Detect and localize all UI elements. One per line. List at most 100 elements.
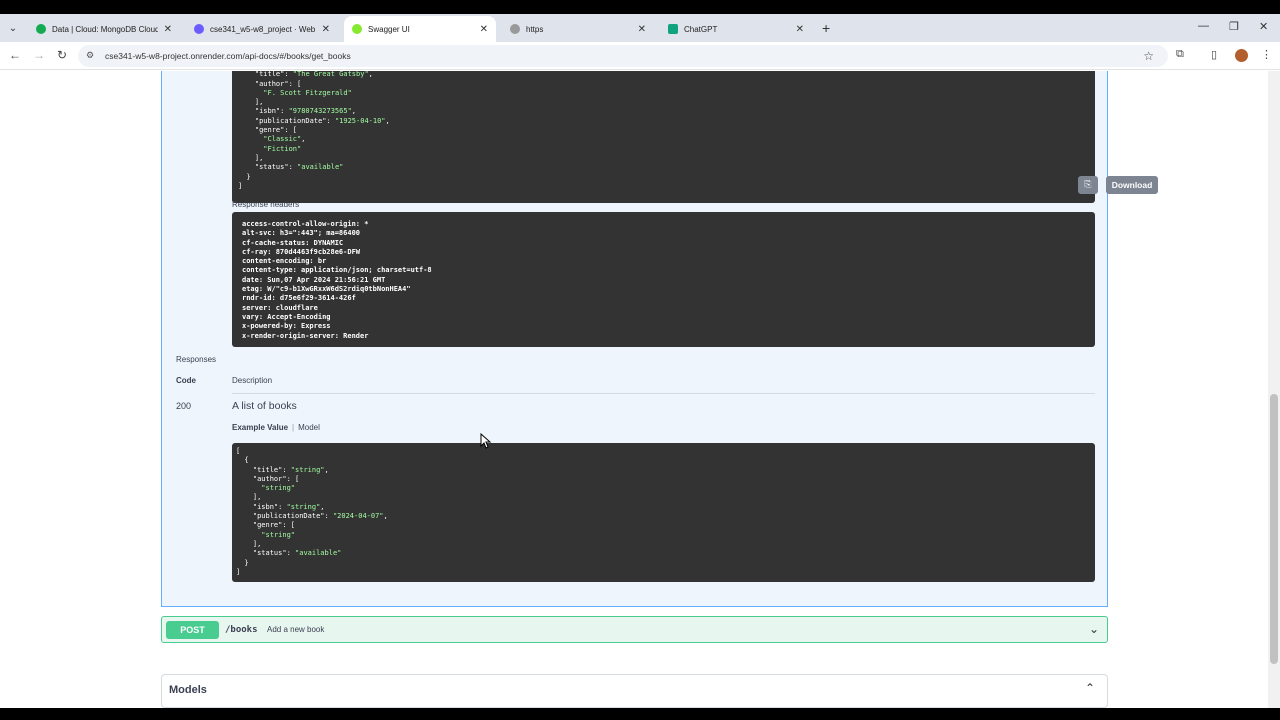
response-headers-code: access-control-allow-origin: * alt-svc: h… bbox=[242, 220, 432, 341]
window-close-icon[interactable]: ✕ bbox=[1259, 20, 1268, 33]
example-tabs: Example Value | Model bbox=[232, 423, 320, 432]
tab-search-icon[interactable]: ⌄ bbox=[4, 19, 22, 37]
response-body-line: "title": "The Great Gatsby", bbox=[238, 71, 373, 79]
scrollbar-thumb[interactable] bbox=[1270, 394, 1278, 664]
response-body-line: "status": "available" bbox=[238, 163, 344, 172]
response-headers-label: Response headers bbox=[232, 200, 300, 209]
response-body-line: "publicationDate": "1925-04-10", bbox=[238, 116, 390, 125]
example-line: { bbox=[236, 456, 249, 465]
swagger-page: "_id": "6613e0a00f8dc8e5720542920", "tit… bbox=[0, 71, 1268, 708]
response-code: 200 bbox=[176, 401, 192, 411]
restore-icon[interactable]: ❐ bbox=[1229, 20, 1239, 33]
response-body-line: "genre": [ bbox=[238, 126, 298, 135]
tab-example-value[interactable]: Example Value bbox=[232, 423, 288, 432]
reload-icon[interactable]: ↻ bbox=[57, 48, 67, 62]
divider bbox=[232, 393, 1095, 394]
minimize-icon[interactable]: — bbox=[1198, 20, 1209, 32]
response-body-line: } bbox=[238, 172, 251, 181]
extensions-icon[interactable]: ⧉ bbox=[1176, 48, 1184, 61]
operation-summary: Add a new book bbox=[267, 625, 325, 634]
address-bar[interactable]: ⚙ cse341-w5-w8-project.onrender.com/api-… bbox=[78, 45, 1168, 67]
get-books-operation: "_id": "6613e0a00f8dc8e5720542920", "tit… bbox=[161, 71, 1158, 607]
close-icon[interactable]: ✕ bbox=[322, 24, 330, 35]
response-header-line: access-control-allow-origin: * bbox=[242, 220, 369, 228]
tab-mongodb[interactable]: Data | Cloud: MongoDB Cloud ✕ bbox=[28, 16, 180, 42]
chevron-up-icon[interactable]: ⌃ bbox=[1085, 681, 1095, 695]
example-line: ], bbox=[236, 539, 262, 548]
response-body-line: "isbn": "9780743273565", bbox=[238, 107, 357, 116]
response-header-line: rndr-id: d75e6f29-3614-426f bbox=[242, 294, 356, 303]
response-header-line: server: cloudflare bbox=[242, 303, 318, 312]
response-header-line: cf-cache-status: DYNAMIC bbox=[242, 238, 344, 247]
example-line: "string" bbox=[261, 530, 296, 539]
example-line: ] bbox=[236, 567, 241, 576]
response-body-line: ], bbox=[238, 153, 264, 162]
chevron-down-icon[interactable]: ⌄ bbox=[1089, 622, 1099, 636]
close-icon[interactable]: ✕ bbox=[164, 24, 172, 35]
tab-separator: | bbox=[292, 423, 295, 432]
response-header-line: content-type: application/json; charset=… bbox=[242, 266, 432, 275]
avatar[interactable] bbox=[1235, 49, 1248, 62]
url-text[interactable]: cse341-w5-w8-project.onrender.com/api-do… bbox=[105, 51, 351, 61]
close-icon[interactable]: ✕ bbox=[796, 24, 804, 35]
example-line: "isbn": "string", bbox=[236, 502, 325, 511]
code-column-header: Code bbox=[176, 376, 196, 385]
tab-label: ChatGPT bbox=[684, 24, 718, 34]
example-line: "string" bbox=[261, 484, 296, 493]
description-column-header: Description bbox=[232, 376, 273, 385]
menu-kebab-icon[interactable]: ⋮ bbox=[1261, 48, 1272, 61]
tab-label: https bbox=[526, 24, 544, 34]
tab-https[interactable]: https ✕ bbox=[502, 16, 654, 42]
response-header-line: x-render-origin-server: Render bbox=[242, 331, 369, 340]
page-scrollbar[interactable] bbox=[1268, 71, 1280, 708]
response-body-line: ], bbox=[238, 98, 264, 107]
example-line: } bbox=[236, 558, 249, 567]
copy-to-clipboard-button[interactable]: ⎘ bbox=[1078, 176, 1098, 194]
tab-label: cse341_w5-w8_project · Web S bbox=[210, 24, 316, 34]
close-icon[interactable]: ✕ bbox=[638, 24, 646, 35]
example-line: "genre": [ bbox=[236, 521, 296, 530]
site-info-icon[interactable]: ⚙ bbox=[86, 50, 94, 61]
operation-path: /books bbox=[225, 625, 258, 635]
models-section[interactable]: Models ⌃ bbox=[161, 674, 1108, 708]
download-button[interactable]: Download bbox=[1106, 176, 1158, 194]
example-value-code: [ { "title": "string", "author": [ "stri… bbox=[236, 447, 388, 577]
response-header-line: cf-ray: 870d4463f9cb28e6-DFW bbox=[242, 247, 361, 256]
response-body: "_id": "6613e0a00f8dc8e5720542920", "tit… bbox=[232, 71, 1158, 203]
tab-model[interactable]: Model bbox=[298, 423, 320, 432]
example-line: ], bbox=[236, 493, 262, 502]
render-favicon-icon bbox=[194, 24, 204, 34]
response-description: A list of books bbox=[232, 400, 297, 412]
new-tab-button[interactable]: + bbox=[822, 20, 830, 36]
close-icon[interactable]: ✕ bbox=[480, 24, 488, 35]
screen-top-bar bbox=[0, 0, 1280, 14]
post-books-operation[interactable]: POST /books Add a new book ⌄ bbox=[161, 616, 1108, 643]
response-body-line: "Fiction" bbox=[263, 144, 302, 153]
globe-icon bbox=[510, 24, 520, 34]
bookmark-star-icon[interactable]: ☆ bbox=[1143, 49, 1154, 63]
mouse-cursor-icon bbox=[480, 433, 492, 449]
response-body-line: "Classic", bbox=[263, 135, 306, 144]
screen-bottom-bar bbox=[0, 708, 1280, 720]
response-body-line: "F. Scott Fitzgerald" bbox=[263, 88, 352, 97]
back-icon[interactable]: ← bbox=[9, 48, 21, 62]
chatgpt-favicon-icon bbox=[668, 24, 678, 34]
forward-icon[interactable]: → bbox=[33, 48, 45, 62]
responses-heading: Responses bbox=[176, 355, 217, 364]
example-line: "author": [ bbox=[236, 474, 300, 483]
example-line: "title": "string", bbox=[236, 465, 329, 474]
response-header-line: vary: Accept-Encoding bbox=[242, 312, 331, 321]
navigation-bar: ← → ↻ ⚙ cse341-w5-w8-project.onrender.co… bbox=[0, 42, 1280, 70]
side-panel-icon[interactable]: ▯ bbox=[1211, 48, 1217, 61]
models-title: Models bbox=[169, 684, 207, 696]
tab-chatgpt[interactable]: ChatGPT ✕ bbox=[660, 16, 812, 42]
response-headers: access-control-allow-origin: * alt-svc: h… bbox=[232, 212, 1095, 347]
response-header-line: etag: W/"c9-b1XwGRxxW6dS2rdiq0tbNonHEA4" bbox=[242, 285, 411, 294]
tab-swagger-ui[interactable]: Swagger UI ✕ bbox=[344, 16, 496, 42]
tab-label: Data | Cloud: MongoDB Cloud bbox=[52, 24, 158, 34]
tab-render[interactable]: cse341_w5-w8_project · Web S ✕ bbox=[186, 16, 338, 42]
mongodb-favicon-icon bbox=[36, 24, 46, 34]
response-header-line: x-powered-by: Express bbox=[242, 322, 331, 331]
response-header-line: alt-svc: h3=":443"; ma=86400 bbox=[242, 229, 361, 238]
response-header-line: date: Sun,07 Apr 2024 21:56:21 GMT bbox=[242, 275, 386, 284]
